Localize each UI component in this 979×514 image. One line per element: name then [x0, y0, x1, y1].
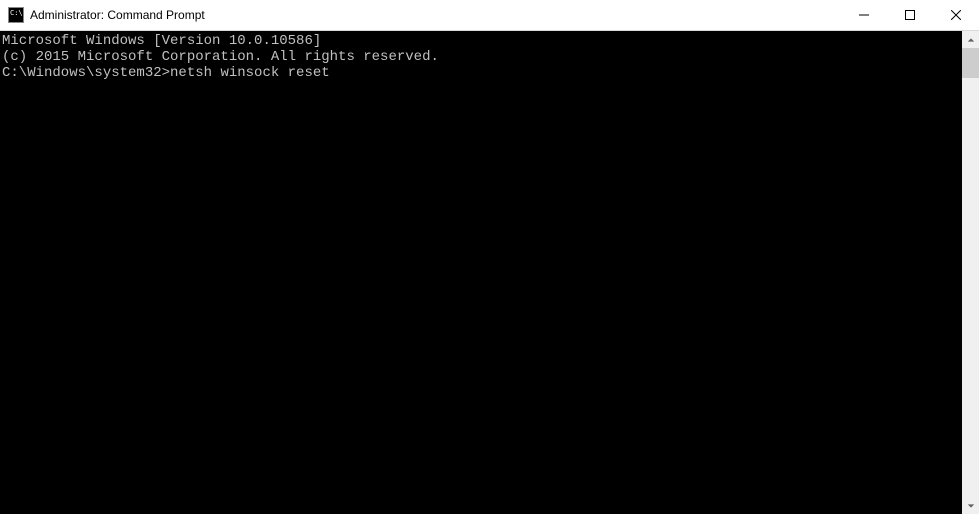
output-line: (c) 2015 Microsoft Corporation. All righ… [2, 49, 962, 65]
maximize-icon [905, 10, 915, 20]
scroll-up-button[interactable] [962, 31, 979, 48]
chevron-up-icon [967, 36, 975, 44]
scroll-down-button[interactable] [962, 497, 979, 514]
vertical-scrollbar[interactable] [962, 31, 979, 514]
typed-command: netsh winsock reset [170, 65, 330, 81]
prompt-line: C:\Windows\system32>netsh winsock reset [2, 65, 962, 81]
client-area: Microsoft Windows [Version 10.0.10586](c… [0, 31, 979, 514]
maximize-button[interactable] [887, 0, 933, 30]
minimize-icon [859, 10, 869, 20]
chevron-down-icon [967, 502, 975, 510]
minimize-button[interactable] [841, 0, 887, 30]
prompt-path: C:\Windows\system32> [2, 65, 170, 81]
titlebar[interactable]: Administrator: Command Prompt [0, 0, 979, 31]
window-title: Administrator: Command Prompt [30, 8, 841, 22]
terminal-output[interactable]: Microsoft Windows [Version 10.0.10586](c… [0, 31, 962, 514]
close-icon [951, 10, 961, 20]
close-button[interactable] [933, 0, 979, 30]
window-controls [841, 0, 979, 30]
output-line: Microsoft Windows [Version 10.0.10586] [2, 33, 962, 49]
cmd-icon [8, 7, 24, 23]
scroll-thumb[interactable] [962, 48, 979, 78]
scroll-track[interactable] [962, 48, 979, 497]
command-prompt-window: Administrator: Command Prompt Microsoft … [0, 0, 979, 514]
